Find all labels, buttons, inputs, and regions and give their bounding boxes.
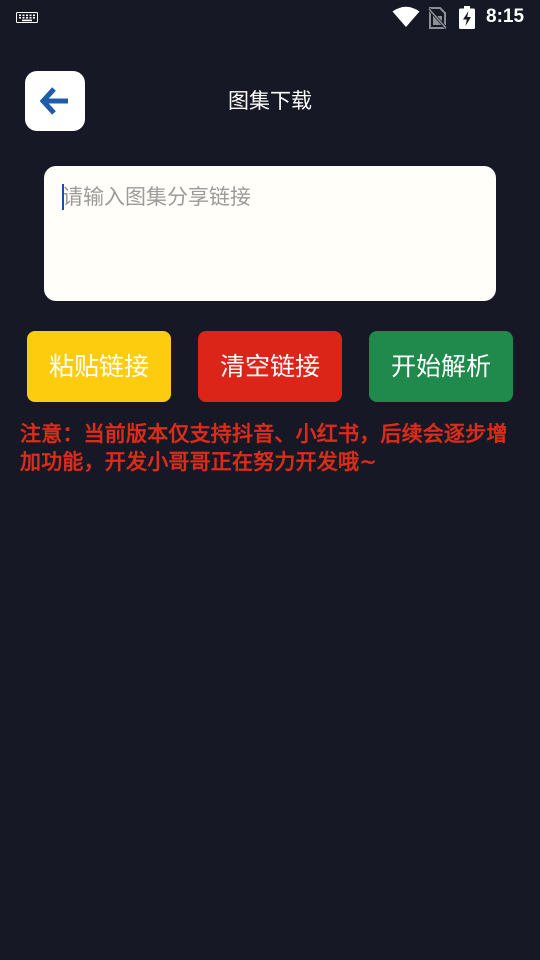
- screen: 8:15 图集下载 粘贴链接 清空链接 开始解析 注意：当前版本仅支持抖音、小红…: [0, 0, 540, 960]
- status-time: 8:15: [486, 6, 525, 27]
- start-parse-button[interactable]: 开始解析: [369, 331, 513, 402]
- wifi-icon: [392, 6, 420, 27]
- status-bar: 8:15: [0, 0, 540, 36]
- battery-charging-icon: [459, 6, 475, 29]
- text-caret: [62, 184, 64, 210]
- keyboard-icon: [16, 12, 38, 23]
- link-input-container[interactable]: [44, 166, 496, 301]
- link-input[interactable]: [44, 166, 496, 301]
- paste-link-button[interactable]: 粘贴链接: [27, 331, 171, 402]
- no-sim-icon: [428, 7, 447, 29]
- page-title: 图集下载: [228, 89, 312, 113]
- notice-text: 注意：当前版本仅支持抖音、小红书，后续会逐步增加功能，开发小哥哥正在努力开发哦~: [20, 422, 508, 474]
- clear-link-button[interactable]: 清空链接: [198, 331, 342, 402]
